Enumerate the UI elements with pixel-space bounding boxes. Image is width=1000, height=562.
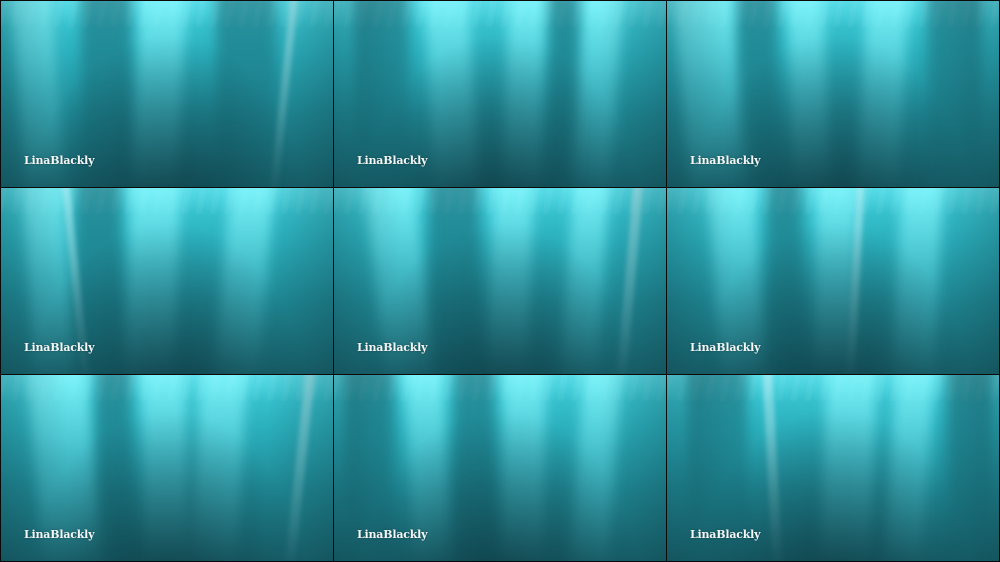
- video-frame: LinaBlackly: [1, 375, 333, 561]
- video-frame: LinaBlackly: [1, 188, 333, 374]
- watermark-text: LinaBlackly: [690, 528, 761, 541]
- watermark-text: LinaBlackly: [24, 528, 95, 541]
- video-frame: LinaBlackly: [334, 188, 666, 374]
- video-frame: LinaBlackly: [334, 1, 666, 187]
- watermark-text: LinaBlackly: [690, 341, 761, 354]
- watermark-text: LinaBlackly: [690, 154, 761, 167]
- watermark-text: LinaBlackly: [357, 154, 428, 167]
- video-frame: LinaBlackly: [667, 1, 999, 187]
- watermark-text: LinaBlackly: [24, 341, 95, 354]
- video-frame: LinaBlackly: [667, 188, 999, 374]
- video-frame: LinaBlackly: [1, 1, 333, 187]
- video-frame: LinaBlackly: [334, 375, 666, 561]
- frame-grid: LinaBlackly LinaBlackly LinaBlackly Lina…: [0, 0, 1000, 562]
- watermark-text: LinaBlackly: [357, 341, 428, 354]
- video-frame: LinaBlackly: [667, 375, 999, 561]
- watermark-text: LinaBlackly: [357, 528, 428, 541]
- watermark-text: LinaBlackly: [24, 154, 95, 167]
